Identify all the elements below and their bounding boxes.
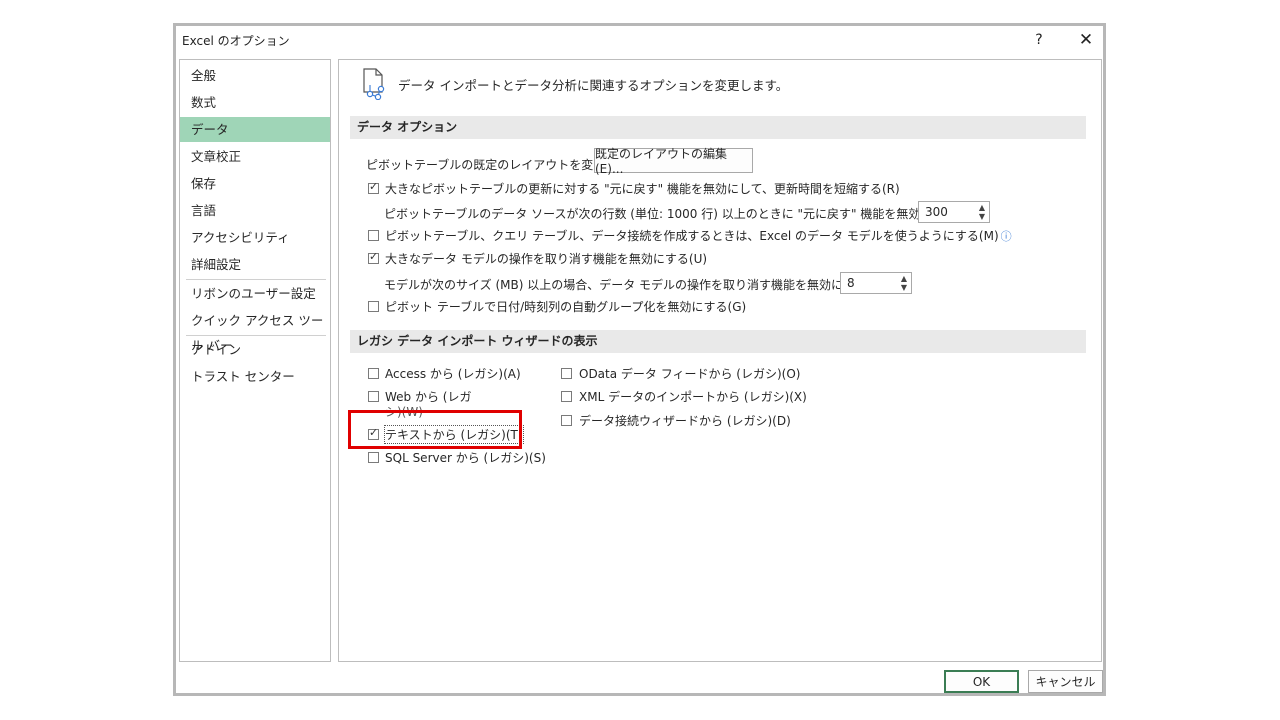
nav-item-language[interactable]: 言語 bbox=[180, 198, 330, 223]
model-size-label: モデルが次のサイズ (MB) 以上の場合、データ モデルの操作を取り消す機能を無… bbox=[384, 278, 888, 292]
spinner-arrows-icon[interactable]: ▲ ▼ bbox=[901, 274, 907, 292]
use-data-model-label: ピボットテーブル、クエリ テーブル、データ接続を作成するときは、Excel のデ… bbox=[385, 227, 1012, 244]
disable-autogroup-label: ピボット テーブルで日付/時刻列の自動グループ化を無効にする(G) bbox=[385, 300, 747, 314]
checkbox-xml-legacy[interactable] bbox=[561, 391, 572, 402]
nav-item-data[interactable]: データ bbox=[180, 117, 330, 142]
checkbox-wizard-legacy[interactable] bbox=[561, 415, 572, 426]
model-size-spinner[interactable]: 8 ▲ ▼ bbox=[840, 272, 912, 294]
panel-header-text: データ インポートとデータ分析に関連するオプションを変更します。 bbox=[398, 78, 789, 93]
document-data-icon bbox=[363, 68, 385, 100]
wizard-legacy-label: データ接続ウィザードから (レガシ)(D) bbox=[579, 414, 791, 428]
ok-button[interactable]: OK bbox=[944, 670, 1019, 693]
section-legacy-import: レガシ データ インポート ウィザードの表示 bbox=[350, 330, 1086, 353]
checkbox-sql-legacy[interactable] bbox=[368, 452, 379, 463]
nav-item-addins[interactable]: アドイン bbox=[180, 337, 330, 362]
sql-legacy-label: SQL Server から (レガシ)(S) bbox=[385, 451, 546, 465]
nav-item-general[interactable]: 全般 bbox=[180, 63, 330, 88]
xml-legacy-label: XML データのインポートから (レガシ)(X) bbox=[579, 390, 807, 404]
checkbox-disable-autogroup[interactable] bbox=[368, 301, 379, 312]
info-icon[interactable]: ⓘ bbox=[1001, 230, 1012, 243]
data-options-panel: データ インポートとデータ分析に関連するオプションを変更します。 データ オプシ… bbox=[338, 59, 1102, 662]
excel-options-dialog: Excel のオプション ? ✕ 全般 数式 データ 文章校正 保存 言語 アク… bbox=[173, 23, 1106, 696]
nav-item-quick-access-toolbar[interactable]: クイック アクセス ツール バー bbox=[180, 308, 330, 353]
undo-rows-label: ピボットテーブルのデータ ソースが次の行数 (単位: 1000 行) 以上のとき… bbox=[384, 207, 979, 221]
close-button[interactable]: ✕ bbox=[1066, 27, 1106, 53]
help-button[interactable]: ? bbox=[1019, 27, 1059, 53]
section-data-options: データ オプション bbox=[350, 116, 1086, 139]
nav-item-formulas[interactable]: 数式 bbox=[180, 90, 330, 115]
edit-default-layout-button[interactable]: 既定のレイアウトの編集(E)... bbox=[594, 147, 753, 176]
nav-divider bbox=[186, 335, 326, 336]
checkbox-undo-large-pivot[interactable] bbox=[368, 180, 379, 194]
nav-item-customize-ribbon[interactable]: リボンのユーザー設定 bbox=[180, 281, 330, 306]
checkbox-web-legacy[interactable] bbox=[368, 391, 379, 402]
undo-rows-value: 300 bbox=[925, 205, 948, 219]
category-nav: 全般 数式 データ 文章校正 保存 言語 アクセシビリティ 詳細設定 リボンのユ… bbox=[179, 59, 331, 662]
nav-item-save[interactable]: 保存 bbox=[180, 171, 330, 196]
nav-item-advanced[interactable]: 詳細設定 bbox=[180, 252, 330, 277]
nav-item-proofing[interactable]: 文章校正 bbox=[180, 144, 330, 169]
undo-rows-spinner[interactable]: 300 ▲ ▼ bbox=[918, 201, 990, 223]
odata-legacy-label: OData データ フィードから (レガシ)(O) bbox=[579, 367, 801, 381]
dialog-title: Excel のオプション bbox=[182, 34, 290, 48]
nav-divider bbox=[186, 279, 326, 280]
checkbox-undo-large-model[interactable] bbox=[368, 250, 379, 264]
cancel-button[interactable]: キャンセル bbox=[1028, 670, 1103, 693]
checkbox-use-data-model[interactable] bbox=[368, 230, 379, 241]
highlight-box bbox=[348, 410, 522, 449]
use-data-model-text: ピボットテーブル、クエリ テーブル、データ接続を作成するときは、Excel のデ… bbox=[385, 229, 999, 243]
nav-item-trust-center[interactable]: トラスト センター bbox=[180, 364, 330, 389]
checkbox-odata-legacy[interactable] bbox=[561, 368, 572, 379]
title-bar: Excel のオプション ? ✕ bbox=[176, 26, 1103, 54]
undo-large-model-label: 大きなデータ モデルの操作を取り消す機能を無効にする(U) bbox=[385, 252, 708, 266]
access-legacy-label: Access から (レガシ)(A) bbox=[385, 367, 521, 381]
model-size-value: 8 bbox=[847, 276, 855, 290]
spinner-arrows-icon[interactable]: ▲ ▼ bbox=[979, 203, 985, 221]
undo-large-pivot-label: 大きなピボットテーブルの更新に対する "元に戻す" 機能を無効にして、更新時間を… bbox=[385, 182, 900, 196]
nav-item-accessibility[interactable]: アクセシビリティ bbox=[180, 225, 330, 250]
checkbox-access-legacy[interactable] bbox=[368, 368, 379, 379]
